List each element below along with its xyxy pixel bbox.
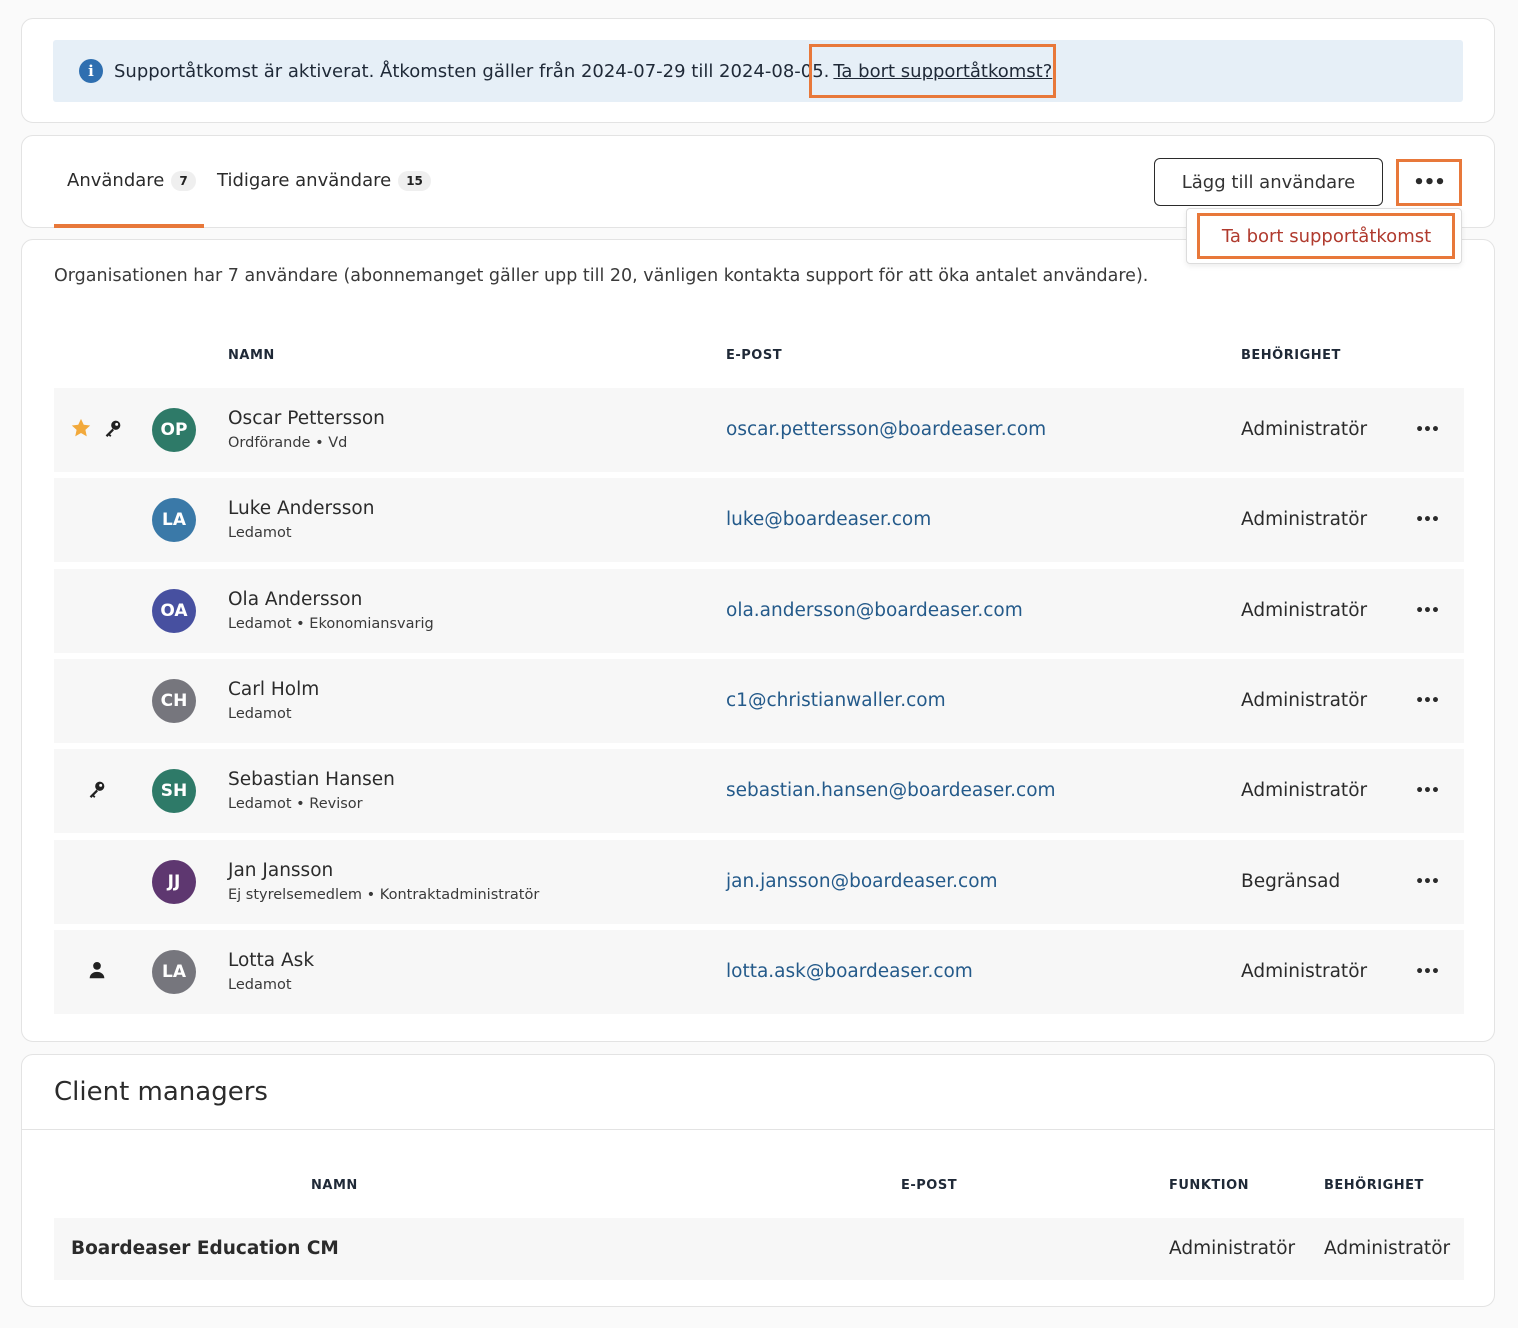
row-more-button[interactable]: ••• bbox=[1410, 958, 1444, 986]
client-managers-title: Client managers bbox=[54, 1077, 268, 1107]
client-manager-function: Administratör bbox=[1169, 1238, 1296, 1259]
banner-message: Supportåtkomst är aktiverat. Åtkomsten g… bbox=[114, 60, 830, 82]
star-icon bbox=[70, 417, 92, 443]
avatar: LA bbox=[152, 950, 196, 994]
avatar: OP bbox=[152, 408, 196, 452]
add-user-button[interactable]: Lägg till användare bbox=[1154, 158, 1383, 206]
info-icon: i bbox=[79, 59, 103, 83]
user-name: Luke Andersson bbox=[228, 498, 375, 519]
header-email: E-POST bbox=[726, 348, 783, 363]
user-row[interactable]: OA Ola Andersson Ledamot • Ekonomiansvarig… bbox=[54, 569, 1464, 653]
user-row[interactable]: CH Carl Holm Ledamot c1@christianwaller.com… bbox=[54, 659, 1464, 743]
user-row[interactable]: OP Oscar Pettersson Ordförande • Vd oscar.p… bbox=[54, 388, 1464, 472]
user-email-link[interactable]: luke@boardeaser.com bbox=[726, 509, 931, 530]
user-row[interactable]: LA Lotta Ask Ledamot lotta.ask@boardeaser.c… bbox=[54, 930, 1464, 1014]
user-status-icons bbox=[86, 749, 108, 833]
more-options-button[interactable]: ••• bbox=[1398, 160, 1460, 204]
tab-users[interactable]: Användare 7 bbox=[67, 170, 196, 191]
header-name: NAMN bbox=[228, 348, 275, 363]
key-icon bbox=[86, 778, 108, 804]
user-email-link[interactable]: lotta.ask@boardeaser.com bbox=[726, 961, 973, 982]
user-name: Carl Holm bbox=[228, 679, 320, 700]
user-permission: Begränsad bbox=[1241, 871, 1341, 892]
cm-header-function: FUNKTION bbox=[1169, 1178, 1250, 1193]
user-name: Oscar Pettersson bbox=[228, 408, 385, 429]
client-manager-name: Boardeaser Education CM bbox=[71, 1238, 339, 1259]
client-managers-card: Client managers NAMN E-POST FUNKTION BEH… bbox=[21, 1054, 1495, 1307]
tab-former-users[interactable]: Tidigare användare 15 bbox=[217, 170, 431, 191]
user-permission: Administratör bbox=[1241, 509, 1368, 530]
user-name: Sebastian Hansen bbox=[228, 769, 395, 790]
remove-support-access-link[interactable]: Ta bort supportåtkomst? bbox=[833, 61, 1052, 82]
tab-users-label: Användare bbox=[67, 170, 165, 191]
user-permission: Administratör bbox=[1241, 600, 1368, 621]
users-card: Organisationen har 7 användare (abonnema… bbox=[21, 239, 1495, 1042]
user-permission: Administratör bbox=[1241, 780, 1368, 801]
user-name: Lotta Ask bbox=[228, 950, 315, 971]
user-name: Jan Jansson bbox=[228, 860, 334, 881]
organisation-info-text: Organisationen har 7 användare (abonnema… bbox=[54, 266, 1149, 286]
user-role: Ej styrelsemedlem • Kontraktadministratö… bbox=[228, 887, 540, 903]
cm-header-name: NAMN bbox=[311, 1178, 358, 1193]
support-banner-card: i Supportåtkomst är aktiverat. Åtkomsten… bbox=[21, 18, 1495, 123]
more-options-menu: Ta bort supportåtkomst bbox=[1186, 208, 1462, 264]
user-permission: Administratör bbox=[1241, 961, 1368, 982]
avatar: SH bbox=[152, 769, 196, 813]
row-more-button[interactable]: ••• bbox=[1410, 416, 1444, 444]
tab-former-users-label: Tidigare användare bbox=[217, 170, 392, 191]
tab-former-users-count: 15 bbox=[398, 170, 431, 191]
row-more-button[interactable]: ••• bbox=[1410, 597, 1444, 625]
user-role: Ledamot • Ekonomiansvarig bbox=[228, 616, 434, 632]
row-more-button[interactable]: ••• bbox=[1410, 687, 1444, 715]
user-row[interactable]: JJ Jan Jansson Ej styrelsemedlem • Kontrak… bbox=[54, 840, 1464, 924]
client-manager-row[interactable]: Boardeaser Education CM Administratör Ad… bbox=[54, 1218, 1464, 1280]
cm-header-email: E-POST bbox=[901, 1178, 958, 1193]
user-email-link[interactable]: ola.andersson@boardeaser.com bbox=[726, 600, 1023, 621]
user-row[interactable]: SH Sebastian Hansen Ledamot • Revisor sebas… bbox=[54, 749, 1464, 833]
row-more-button[interactable]: ••• bbox=[1410, 777, 1444, 805]
remove-support-access-menu-item[interactable]: Ta bort supportåtkomst bbox=[1199, 215, 1454, 257]
user-name: Ola Andersson bbox=[228, 589, 363, 610]
key-icon bbox=[102, 417, 124, 443]
user-permission: Administratör bbox=[1241, 419, 1368, 440]
avatar: LA bbox=[152, 498, 196, 542]
active-tab-indicator bbox=[54, 224, 204, 228]
cm-header-permission: BEHÖRIGHET bbox=[1324, 1178, 1424, 1193]
user-status-icons bbox=[86, 930, 108, 1014]
row-more-button[interactable]: ••• bbox=[1410, 868, 1444, 896]
avatar: JJ bbox=[152, 860, 196, 904]
row-more-button[interactable]: ••• bbox=[1410, 506, 1444, 534]
tab-users-count: 7 bbox=[171, 170, 196, 191]
user-email-link[interactable]: c1@christianwaller.com bbox=[726, 690, 946, 711]
avatar: CH bbox=[152, 679, 196, 723]
user-row[interactable]: LA Luke Andersson Ledamot luke@boardeaser.c… bbox=[54, 478, 1464, 562]
person-icon bbox=[86, 959, 108, 985]
user-role: Ordförande • Vd bbox=[228, 435, 348, 451]
user-status-icons bbox=[70, 388, 124, 472]
user-role: Ledamot • Revisor bbox=[228, 796, 363, 812]
user-email-link[interactable]: sebastian.hansen@boardeaser.com bbox=[726, 780, 1056, 801]
user-email-link[interactable]: oscar.pettersson@boardeaser.com bbox=[726, 419, 1046, 440]
user-permission: Administratör bbox=[1241, 690, 1368, 711]
avatar: OA bbox=[152, 589, 196, 633]
header-permission: BEHÖRIGHET bbox=[1241, 348, 1341, 363]
client-manager-permission: Administratör bbox=[1324, 1238, 1451, 1259]
user-role: Ledamot bbox=[228, 525, 292, 541]
user-role: Ledamot bbox=[228, 706, 292, 722]
support-access-banner: i Supportåtkomst är aktiverat. Åtkomsten… bbox=[53, 40, 1463, 102]
divider bbox=[22, 1129, 1494, 1130]
user-role: Ledamot bbox=[228, 977, 292, 993]
user-email-link[interactable]: jan.jansson@boardeaser.com bbox=[726, 871, 998, 892]
